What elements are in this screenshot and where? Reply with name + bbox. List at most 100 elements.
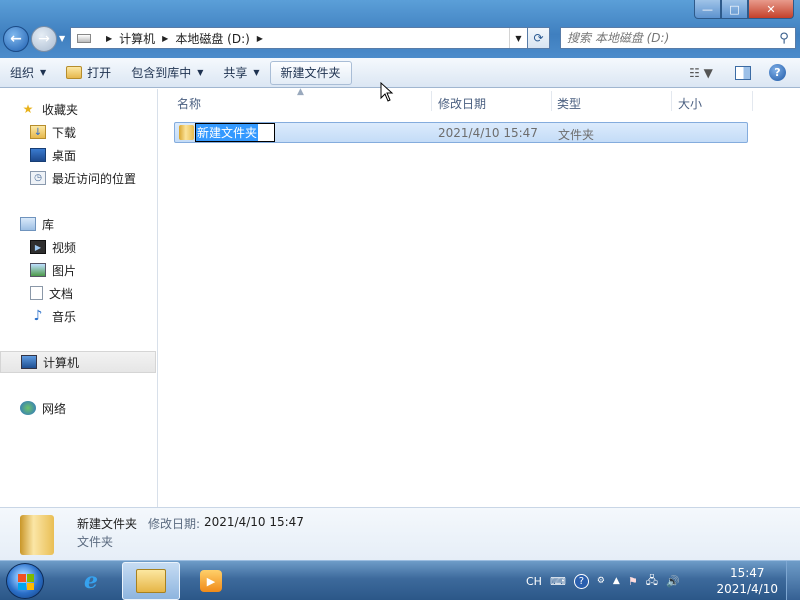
nav-item-computer[interactable]: 计算机: [0, 351, 156, 373]
column-divider[interactable]: [431, 91, 432, 111]
share-label: 共享: [223, 66, 248, 80]
back-button[interactable]: ←: [3, 26, 29, 52]
organize-label: 组织: [10, 66, 35, 80]
command-bar: 组织 ▼ 打开 包含到库中 ▼ 共享 ▼ 新建文件夹 ☷ ▼ ?: [0, 58, 800, 88]
column-header-name[interactable]: 名称: [177, 95, 201, 112]
view-controls: ☷ ▼ ?: [681, 64, 800, 81]
file-list: ▲ 名称 修改日期 类型 大小 新建文件夹 2021/4/10 15:47 文件…: [159, 87, 800, 507]
breadcrumb-separator[interactable]: ▶: [106, 34, 112, 43]
chevron-down-icon: ▼: [253, 68, 260, 77]
minimize-button[interactable]: —: [694, 0, 721, 19]
clock[interactable]: 15:47 2021/4/10: [716, 565, 778, 597]
nav-label: 收藏夹: [42, 102, 79, 117]
column-divider[interactable]: [752, 91, 753, 111]
help-icon[interactable]: ?: [769, 64, 786, 81]
nav-item-downloads[interactable]: ↓ 下载: [0, 121, 156, 143]
address-bar[interactable]: ▶ 计算机 ▶ 本地磁盘 (D:) ▶ ▼: [70, 27, 528, 49]
taskbar: e ▶ CH ⌨ ? ⚙ ▲ ⚑ 🖧 🔊 15:47 2021/4/10: [0, 560, 800, 600]
taskbar-media-player-button[interactable]: ▶: [182, 562, 240, 600]
refresh-button[interactable]: ⟳: [528, 27, 550, 49]
nav-label: 库: [42, 217, 55, 232]
pictures-icon: [30, 263, 46, 277]
search-box[interactable]: ⚲: [560, 27, 796, 49]
folder-large-icon: [20, 515, 54, 555]
start-button[interactable]: [6, 563, 44, 599]
taskbar-ie-button[interactable]: e: [62, 562, 120, 600]
folder-icon: [179, 125, 194, 140]
nav-label: 视频: [52, 240, 77, 255]
view-options-icon[interactable]: ☷ ▼: [681, 66, 721, 80]
search-icon[interactable]: ⚲: [773, 31, 795, 46]
close-button[interactable]: ✕: [748, 0, 794, 19]
column-header-size[interactable]: 大小: [678, 95, 702, 112]
clock-time: 15:47: [729, 566, 765, 580]
nav-item-network[interactable]: 网络: [0, 397, 156, 419]
nav-label: 网络: [42, 401, 67, 416]
nav-item-favorites[interactable]: ★ 收藏夹: [0, 98, 156, 120]
rename-input[interactable]: 新建文件夹: [195, 123, 275, 142]
help-icon[interactable]: ?: [573, 573, 589, 589]
network-icon: [20, 401, 36, 415]
network-tray-icon[interactable]: 🖧: [646, 572, 658, 591]
nav-label: 图片: [52, 263, 77, 278]
computer-icon: [21, 355, 37, 369]
column-header-type[interactable]: 类型: [557, 95, 581, 112]
nav-item-videos[interactable]: ▶ 视频: [0, 236, 156, 258]
breadcrumb-separator[interactable]: ▶: [257, 34, 263, 43]
recent-pages-dropdown[interactable]: ▼: [59, 34, 65, 43]
sort-ascending-icon: ▲: [297, 87, 304, 97]
open-folder-icon: [66, 66, 83, 79]
keyboard-icon[interactable]: ⌨: [550, 575, 566, 588]
search-input[interactable]: [567, 31, 773, 45]
action-center-flag-icon[interactable]: ⚑: [628, 575, 638, 588]
include-library-label: 包含到库中: [131, 66, 192, 80]
nav-item-recent-places[interactable]: ◷ 最近访问的位置: [0, 167, 156, 189]
open-button[interactable]: 打开: [56, 61, 121, 85]
windows-explorer-icon: [136, 569, 166, 593]
windows-logo-icon: [18, 574, 34, 590]
input-language-indicator[interactable]: CH: [526, 575, 542, 588]
star-icon: ★: [22, 102, 34, 116]
clock-date: 2021/4/10: [716, 582, 778, 596]
drive-icon: [77, 33, 91, 43]
details-name: 新建文件夹: [77, 517, 138, 531]
nav-label: 桌面: [52, 148, 77, 163]
new-folder-label: 新建文件夹: [280, 66, 341, 80]
organize-button[interactable]: 组织 ▼: [0, 61, 56, 85]
address-dropdown-button[interactable]: ▼: [509, 28, 527, 48]
maximize-button[interactable]: □: [721, 0, 748, 19]
breadcrumb-separator[interactable]: ▶: [162, 34, 168, 43]
forward-button[interactable]: →: [31, 26, 57, 52]
ime-options-icon[interactable]: ⚙: [597, 576, 605, 586]
desktop-icon: [30, 148, 46, 162]
new-folder-button[interactable]: 新建文件夹: [269, 60, 352, 85]
nav-item-desktop[interactable]: 桌面: [0, 144, 156, 166]
nav-item-libraries[interactable]: 库: [0, 213, 156, 235]
column-divider[interactable]: [551, 91, 552, 111]
column-divider[interactable]: [671, 91, 672, 111]
volume-icon[interactable]: 🔊: [666, 575, 680, 588]
rename-selected-text: 新建文件夹: [196, 124, 259, 141]
nav-item-music[interactable]: ♪ 音乐: [0, 305, 156, 327]
nav-item-documents[interactable]: 文档: [0, 282, 156, 304]
nav-label: 最近访问的位置: [52, 171, 137, 186]
nav-label: 下载: [52, 125, 77, 140]
downloads-icon: ↓: [30, 125, 46, 139]
show-hidden-icons-button[interactable]: ▲: [613, 576, 620, 586]
nav-label: 计算机: [43, 355, 80, 370]
music-icon: ♪: [33, 308, 43, 324]
preview-pane-icon[interactable]: [735, 65, 751, 80]
column-header-modified[interactable]: 修改日期: [438, 95, 486, 112]
breadcrumb-computer[interactable]: 计算机: [119, 30, 155, 47]
file-row[interactable]: 新建文件夹 2021/4/10 15:47 文件夹: [174, 122, 748, 143]
media-player-icon: ▶: [200, 570, 222, 592]
document-icon: [30, 286, 43, 300]
nav-item-pictures[interactable]: 图片: [0, 259, 156, 281]
breadcrumb-local-disk[interactable]: 本地磁盘 (D:): [175, 30, 249, 47]
details-modified: 2021/4/10 15:47: [204, 515, 304, 529]
show-desktop-button[interactable]: [786, 561, 800, 600]
include-in-library-button[interactable]: 包含到库中 ▼: [121, 61, 213, 85]
navigation-pane: ★ 收藏夹 ↓ 下载 桌面 ◷ 最近访问的位置 库 ▶ 视频 图片 文档 ♪ 音…: [0, 89, 158, 507]
taskbar-explorer-button[interactable]: [122, 562, 180, 600]
share-button[interactable]: 共享 ▼: [213, 61, 269, 85]
